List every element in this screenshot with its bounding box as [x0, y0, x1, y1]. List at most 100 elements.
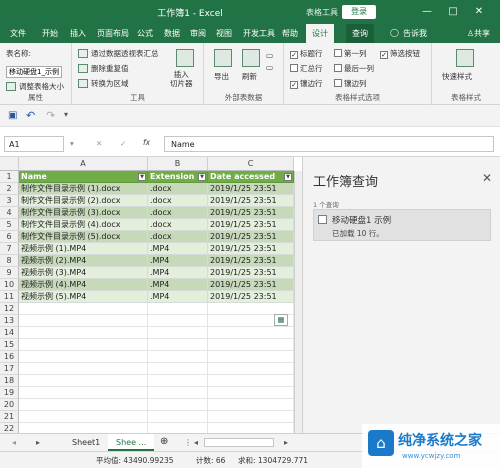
empty-cell[interactable] — [148, 303, 208, 315]
empty-cell[interactable] — [148, 411, 208, 423]
row-header[interactable]: 17 — [0, 363, 19, 375]
close-button[interactable]: ✕ — [472, 5, 486, 19]
tab-home[interactable]: 开始 — [42, 28, 58, 39]
empty-cell[interactable] — [208, 327, 294, 339]
row-header[interactable]: 4 — [0, 207, 19, 219]
scroll-right-icon[interactable]: ▸ — [276, 434, 296, 451]
empty-cell[interactable] — [148, 339, 208, 351]
row-header[interactable]: 20 — [0, 399, 19, 411]
tab-query[interactable]: 查询 — [346, 24, 374, 43]
row-header[interactable]: 16 — [0, 351, 19, 363]
empty-cell[interactable] — [208, 351, 294, 363]
banded-rows-checkbox[interactable]: ✓ 镶边行 — [290, 78, 323, 89]
table-cell[interactable]: 视频示例 (5).MP4 — [19, 291, 148, 303]
table-cell[interactable]: 视频示例 (4).MP4 — [19, 279, 148, 291]
undo-icon[interactable]: ↶ — [26, 109, 35, 122]
table-cell[interactable]: .MP4 — [148, 267, 208, 279]
table-cell[interactable]: 2019/1/25 23:51 — [208, 183, 294, 195]
table-cell[interactable]: .docx — [148, 207, 208, 219]
column-header-c[interactable]: C — [208, 157, 294, 171]
table-cell[interactable]: 2019/1/25 23:51 — [208, 231, 294, 243]
empty-cell[interactable] — [19, 387, 148, 399]
insert-slicer-button[interactable]: 插入 切片器 — [170, 70, 193, 88]
row-header[interactable]: 13 — [0, 315, 19, 327]
table-cell[interactable]: 2019/1/25 23:51 — [208, 291, 294, 303]
open-browser-icon[interactable]: ▭ — [266, 63, 273, 72]
row-header[interactable]: 2 — [0, 183, 19, 195]
table-cell[interactable]: .docx — [148, 219, 208, 231]
table-cell[interactable]: 2019/1/25 23:51 — [208, 279, 294, 291]
table-cell[interactable]: 制作文件目录示例 (1).docx — [19, 183, 148, 195]
empty-cell[interactable] — [208, 399, 294, 411]
share-button[interactable]: ♙共享 — [467, 28, 490, 39]
refresh-button[interactable]: 刷新 — [242, 71, 257, 82]
quick-styles-button[interactable]: 快速样式 — [442, 71, 472, 82]
add-sheet-icon[interactable]: ⊕ — [152, 434, 176, 451]
first-column-checkbox[interactable]: 第一列 — [334, 48, 367, 59]
prev-sheet-icon[interactable]: ◂ — [4, 434, 24, 451]
save-icon[interactable]: ▣ — [8, 110, 17, 121]
column-header-a[interactable]: A — [19, 157, 148, 171]
row-header[interactable]: 12 — [0, 303, 19, 315]
next-sheet-icon[interactable]: ▸ — [28, 434, 48, 451]
empty-cell[interactable] — [148, 351, 208, 363]
table-cell[interactable]: 2019/1/25 23:51 — [208, 267, 294, 279]
filter-dropdown-icon[interactable]: ▼ — [138, 173, 146, 181]
table-cell[interactable]: .docx — [148, 231, 208, 243]
table-cell[interactable]: 视频示例 (2).MP4 — [19, 255, 148, 267]
row-header[interactable]: 8 — [0, 255, 19, 267]
tab-file[interactable]: 文件 — [10, 28, 26, 39]
banded-columns-checkbox[interactable]: 镶边列 — [334, 78, 367, 89]
empty-cell[interactable] — [208, 339, 294, 351]
tab-insert[interactable]: 插入 — [70, 28, 86, 39]
row-header[interactable]: 21 — [0, 411, 19, 423]
tab-page-layout[interactable]: 页面布局 — [97, 28, 129, 39]
empty-cell[interactable] — [208, 423, 294, 433]
row-header[interactable]: 3 — [0, 195, 19, 207]
tab-review[interactable]: 审阅 — [190, 28, 206, 39]
tab-view[interactable]: 视图 — [216, 28, 232, 39]
table-cell[interactable]: 制作文件目录示例 (4).docx — [19, 219, 148, 231]
empty-cell[interactable] — [19, 351, 148, 363]
table-cell[interactable]: 2019/1/25 23:51 — [208, 207, 294, 219]
query-item[interactable]: 移动硬盘1 示例 已加载 10 行。 — [313, 209, 491, 241]
confirm-edit-icon[interactable]: ✓ — [120, 139, 126, 148]
tell-me-button[interactable]: 告诉我 — [403, 28, 427, 39]
name-box-dropdown-icon[interactable]: ▾ — [70, 139, 74, 148]
empty-cell[interactable] — [148, 387, 208, 399]
scroll-left-icon[interactable]: ◂ — [186, 434, 206, 451]
empty-cell[interactable] — [208, 411, 294, 423]
table-cell[interactable]: 2019/1/25 23:51 — [208, 255, 294, 267]
vertical-scrollbar[interactable] — [294, 171, 302, 433]
sheet-tab-active[interactable]: Shee ... — [108, 434, 155, 451]
empty-cell[interactable] — [19, 327, 148, 339]
convert-to-range-button[interactable]: 转换为区域 — [78, 78, 129, 89]
resize-table-button[interactable]: 调整表格大小 — [6, 81, 64, 92]
empty-cell[interactable] — [148, 423, 208, 433]
export-button[interactable]: 导出 — [214, 71, 229, 82]
row-header[interactable]: 19 — [0, 387, 19, 399]
row-header[interactable]: 1 — [0, 171, 19, 183]
empty-cell[interactable] — [208, 363, 294, 375]
filter-dropdown-icon[interactable]: ▼ — [284, 173, 292, 181]
filter-dropdown-icon[interactable]: ▼ — [198, 173, 206, 181]
empty-cell[interactable] — [19, 399, 148, 411]
tab-design[interactable]: 设计 — [306, 24, 334, 43]
table-header-cell[interactable]: Date accessed ▼ — [208, 171, 294, 183]
table-header-cell[interactable]: Name ▼ — [19, 171, 148, 183]
empty-cell[interactable] — [148, 363, 208, 375]
table-cell[interactable]: 制作文件目录示例 (2).docx — [19, 195, 148, 207]
cancel-edit-icon[interactable]: ✕ — [96, 139, 102, 148]
tab-formulas[interactable]: 公式 — [137, 28, 153, 39]
insert-function-icon[interactable]: fx — [143, 138, 150, 147]
empty-cell[interactable] — [19, 411, 148, 423]
horizontal-scrollbar[interactable] — [204, 438, 274, 447]
row-header[interactable]: 14 — [0, 327, 19, 339]
table-cell[interactable]: 2019/1/25 23:51 — [208, 243, 294, 255]
customize-qat-icon[interactable]: ▾ — [64, 110, 68, 119]
table-name-field[interactable] — [6, 66, 62, 78]
table-cell[interactable]: .MP4 — [148, 255, 208, 267]
table-header-cell[interactable]: Extension ▼ — [148, 171, 208, 183]
table-cell[interactable]: 视频示例 (1).MP4 — [19, 243, 148, 255]
worksheet-grid[interactable]: A B C 1 Name ▼ Extension ▼ Date accessed ▼ 2 制作文… — [0, 157, 302, 433]
